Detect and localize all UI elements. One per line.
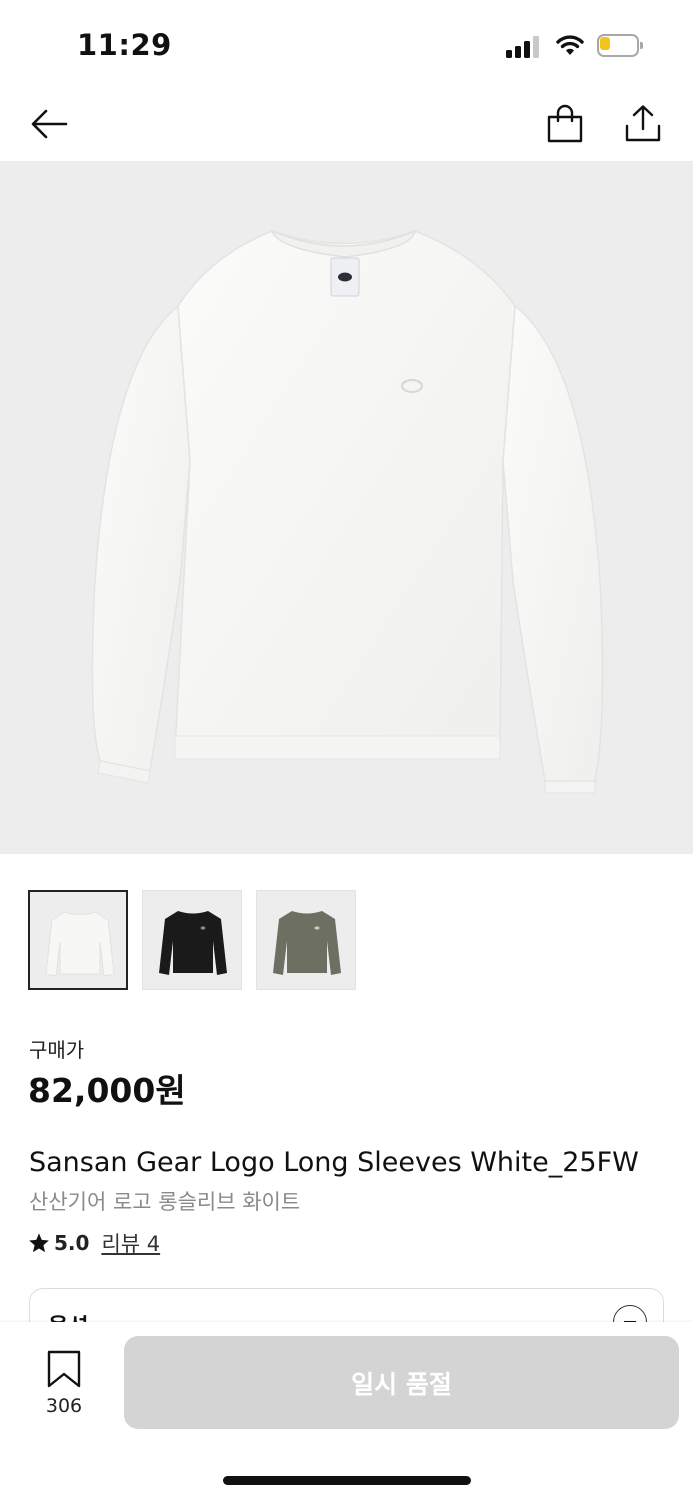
thumbnail-black[interactable] [142,890,242,990]
product-title: Sansan Gear Logo Long Sleeves White_25FW [29,1147,639,1178]
back-arrow-icon[interactable] [29,104,69,144]
wifi-icon [556,35,584,55]
product-rating: 5.0 리뷰 4 [28,1228,160,1258]
sold-out-button[interactable]: 일시 품절 [124,1336,679,1429]
top-nav [0,90,693,160]
status-time: 11:29 [77,28,172,62]
signal-icon [506,34,542,58]
review-link[interactable]: 리뷰 4 [101,1228,160,1258]
shopping-bag-icon[interactable] [545,104,585,144]
status-bar: 11:29 [0,0,693,90]
home-indicator [223,1476,471,1485]
bookmark-count: 306 [45,1395,83,1417]
battery-icon [597,34,643,57]
bookmark-icon [47,1350,81,1388]
product-subtitle: 산산기어 로고 롱슬리브 화이트 [29,1190,301,1214]
share-icon[interactable] [623,104,663,144]
thumbnail-white[interactable] [28,890,128,990]
product-price: 82,000원 [28,1071,186,1110]
bottom-action-bar: 306 일시 품절 [0,1322,693,1500]
thumbnail-olive[interactable] [256,890,356,990]
rating-value: 5.0 [54,1231,90,1255]
star-icon [29,1233,49,1253]
bookmark-button[interactable]: 306 [30,1350,100,1420]
long-sleeve-shirt-image [91,229,604,794]
product-main-image[interactable] [0,161,693,854]
price-label: 구매가 [29,1038,85,1062]
